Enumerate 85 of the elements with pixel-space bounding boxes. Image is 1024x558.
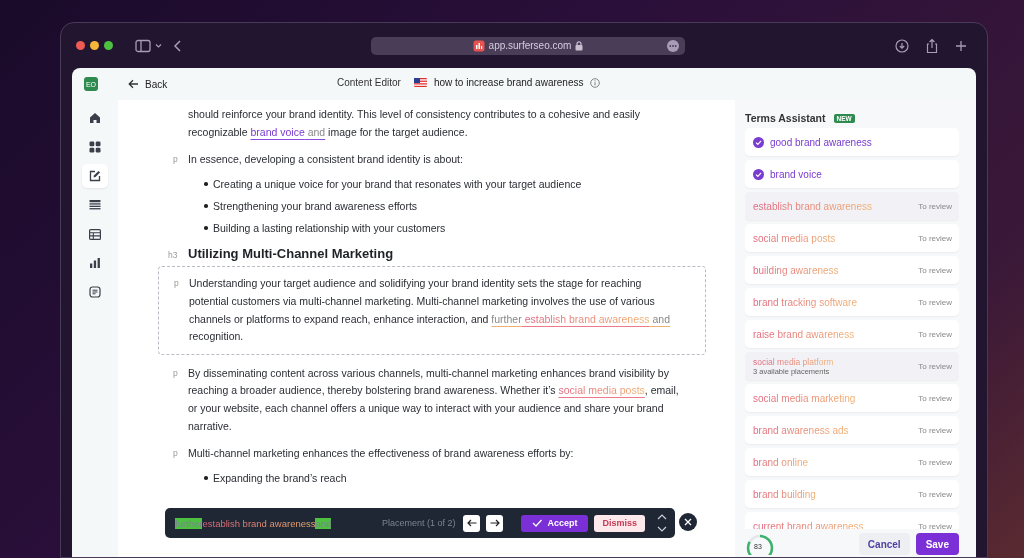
site-icon (472, 39, 485, 52)
block-tag: h3 (168, 249, 178, 260)
sidebar-toggle-icon[interactable] (135, 38, 163, 53)
check-circle-icon (753, 136, 764, 148)
term-status: To review (918, 265, 952, 275)
accept-button[interactable]: Accept (521, 514, 589, 532)
check-circle-icon (753, 168, 764, 180)
term-status: To review (918, 361, 952, 371)
term-card[interactable]: brand building To review (745, 480, 959, 508)
address-bar[interactable]: app.surferseo.com (371, 36, 685, 55)
document-title: how to increase brand awareness (433, 77, 584, 88)
term-text: good brand awareness (770, 136, 872, 148)
close-icon (684, 518, 692, 526)
cancel-button[interactable]: Cancel (858, 533, 910, 555)
minimize-window-icon[interactable] (90, 41, 99, 50)
chevron-down-icon[interactable] (657, 526, 667, 532)
maximize-window-icon[interactable] (104, 41, 113, 50)
term-card[interactable]: raise brand awareness To review (745, 320, 959, 348)
save-button[interactable]: Save (915, 533, 959, 555)
more-icon[interactable] (667, 39, 679, 52)
paragraph: Multi-channel marketing enhances the effectiveness of brand awareness efforts by: (188, 446, 575, 462)
term-card[interactable]: brand voice (745, 160, 959, 188)
sidebar-button[interactable] (82, 164, 108, 188)
back-icon[interactable] (173, 38, 183, 53)
panel-title: Terms Assistant (745, 112, 826, 124)
url-text: app.surferseo.com (488, 40, 572, 51)
paragraph: Understanding your target audience and solidifying your brand identity sets the stage for reaching potential customers via multi-channel marketing. Multi-channel marketing involves the use of various channels or platforms to expand reach, enhance interaction, and further establish brand awareness and recognition. (189, 276, 671, 345)
list-item: Expanding the brand’s reach (204, 466, 347, 489)
list-item: Strengthening your brand awareness efforts (204, 194, 418, 217)
home-icon (89, 112, 101, 124)
chevron-up-icon[interactable] (657, 514, 667, 520)
paragraph: By disseminating content across various channels, multi-channel marketing enhances brand visibility by reaching a broader audience, thereby bolstering brand awareness. Whether it’s social media posts, email, or your website, each channel offers a unique way to interact with your audience and share your brand narrative. (188, 365, 680, 434)
block-tag: p (173, 367, 178, 378)
grid-icon (89, 141, 101, 153)
section-heading: Utilizing Multi-Channel Marketing (188, 244, 394, 263)
term-status: To review (918, 489, 952, 499)
score-gauge (745, 533, 775, 555)
term-status: To review (918, 521, 952, 529)
term-card[interactable]: current brand awareness To review (745, 512, 959, 529)
term-status: To review (918, 425, 952, 435)
section-title: Content Editor (337, 77, 401, 88)
list-item: Building a lasting relationship with your customers (204, 216, 446, 239)
term-card[interactable]: social media marketing To review (745, 384, 959, 412)
arrow-left-icon (128, 79, 139, 89)
block-tag: p (173, 448, 178, 459)
flag-icon (413, 78, 427, 87)
arrow-right-icon (489, 519, 500, 527)
list-icon (89, 199, 101, 211)
info-icon[interactable] (590, 77, 601, 88)
share-icon[interactable] (925, 37, 939, 54)
close-window-icon[interactable] (76, 41, 85, 50)
term-card[interactable]: good brand awareness (745, 128, 959, 156)
term-card[interactable]: establish brand awareness To review (745, 192, 959, 220)
term-card[interactable]: building awareness To review (745, 256, 959, 284)
document-icon (89, 286, 101, 298)
download-icon[interactable] (895, 38, 909, 53)
placement-counter: Placement (1 of 2) (381, 518, 456, 528)
bar-chart-icon (89, 257, 101, 269)
arrow-left-icon (466, 519, 477, 527)
check-icon (532, 519, 543, 527)
close-button[interactable] (679, 513, 697, 531)
next-button[interactable] (486, 514, 504, 532)
term-status: To review (918, 201, 952, 211)
term-card[interactable]: brand online To review (745, 448, 959, 476)
paragraph: should reinforce your brand identity. This level of consistency contributes to a cohesive and easily recognizable brand voice and image for the target audience. (188, 107, 641, 140)
edit-icon (89, 170, 101, 182)
new-tab-icon[interactable] (955, 39, 967, 52)
term-card[interactable]: brand tracking software To review (745, 288, 959, 316)
block-tag: p (173, 154, 178, 165)
lock-icon (575, 40, 584, 51)
block-tag: p (174, 278, 179, 289)
term-status: To review (918, 329, 952, 339)
term-card[interactable]: social media posts To review (745, 224, 959, 252)
dismiss-button[interactable]: Dismiss (594, 514, 645, 532)
paragraph: In essence, developing a consistent brand identity is about: (188, 152, 464, 168)
term-text: brand voice (770, 168, 822, 180)
term-card[interactable]: brand awareness ads To review (745, 416, 959, 444)
term-status: To review (918, 233, 952, 243)
term-status: To review (918, 457, 952, 467)
back-button[interactable]: Back (126, 76, 170, 92)
table-icon (89, 228, 101, 240)
previous-button[interactable] (463, 514, 481, 532)
term-status: To review (918, 393, 952, 403)
term-status: To review (918, 297, 952, 307)
list-item: Creating a unique voice for your brand that resonates with your target audience (204, 172, 582, 195)
